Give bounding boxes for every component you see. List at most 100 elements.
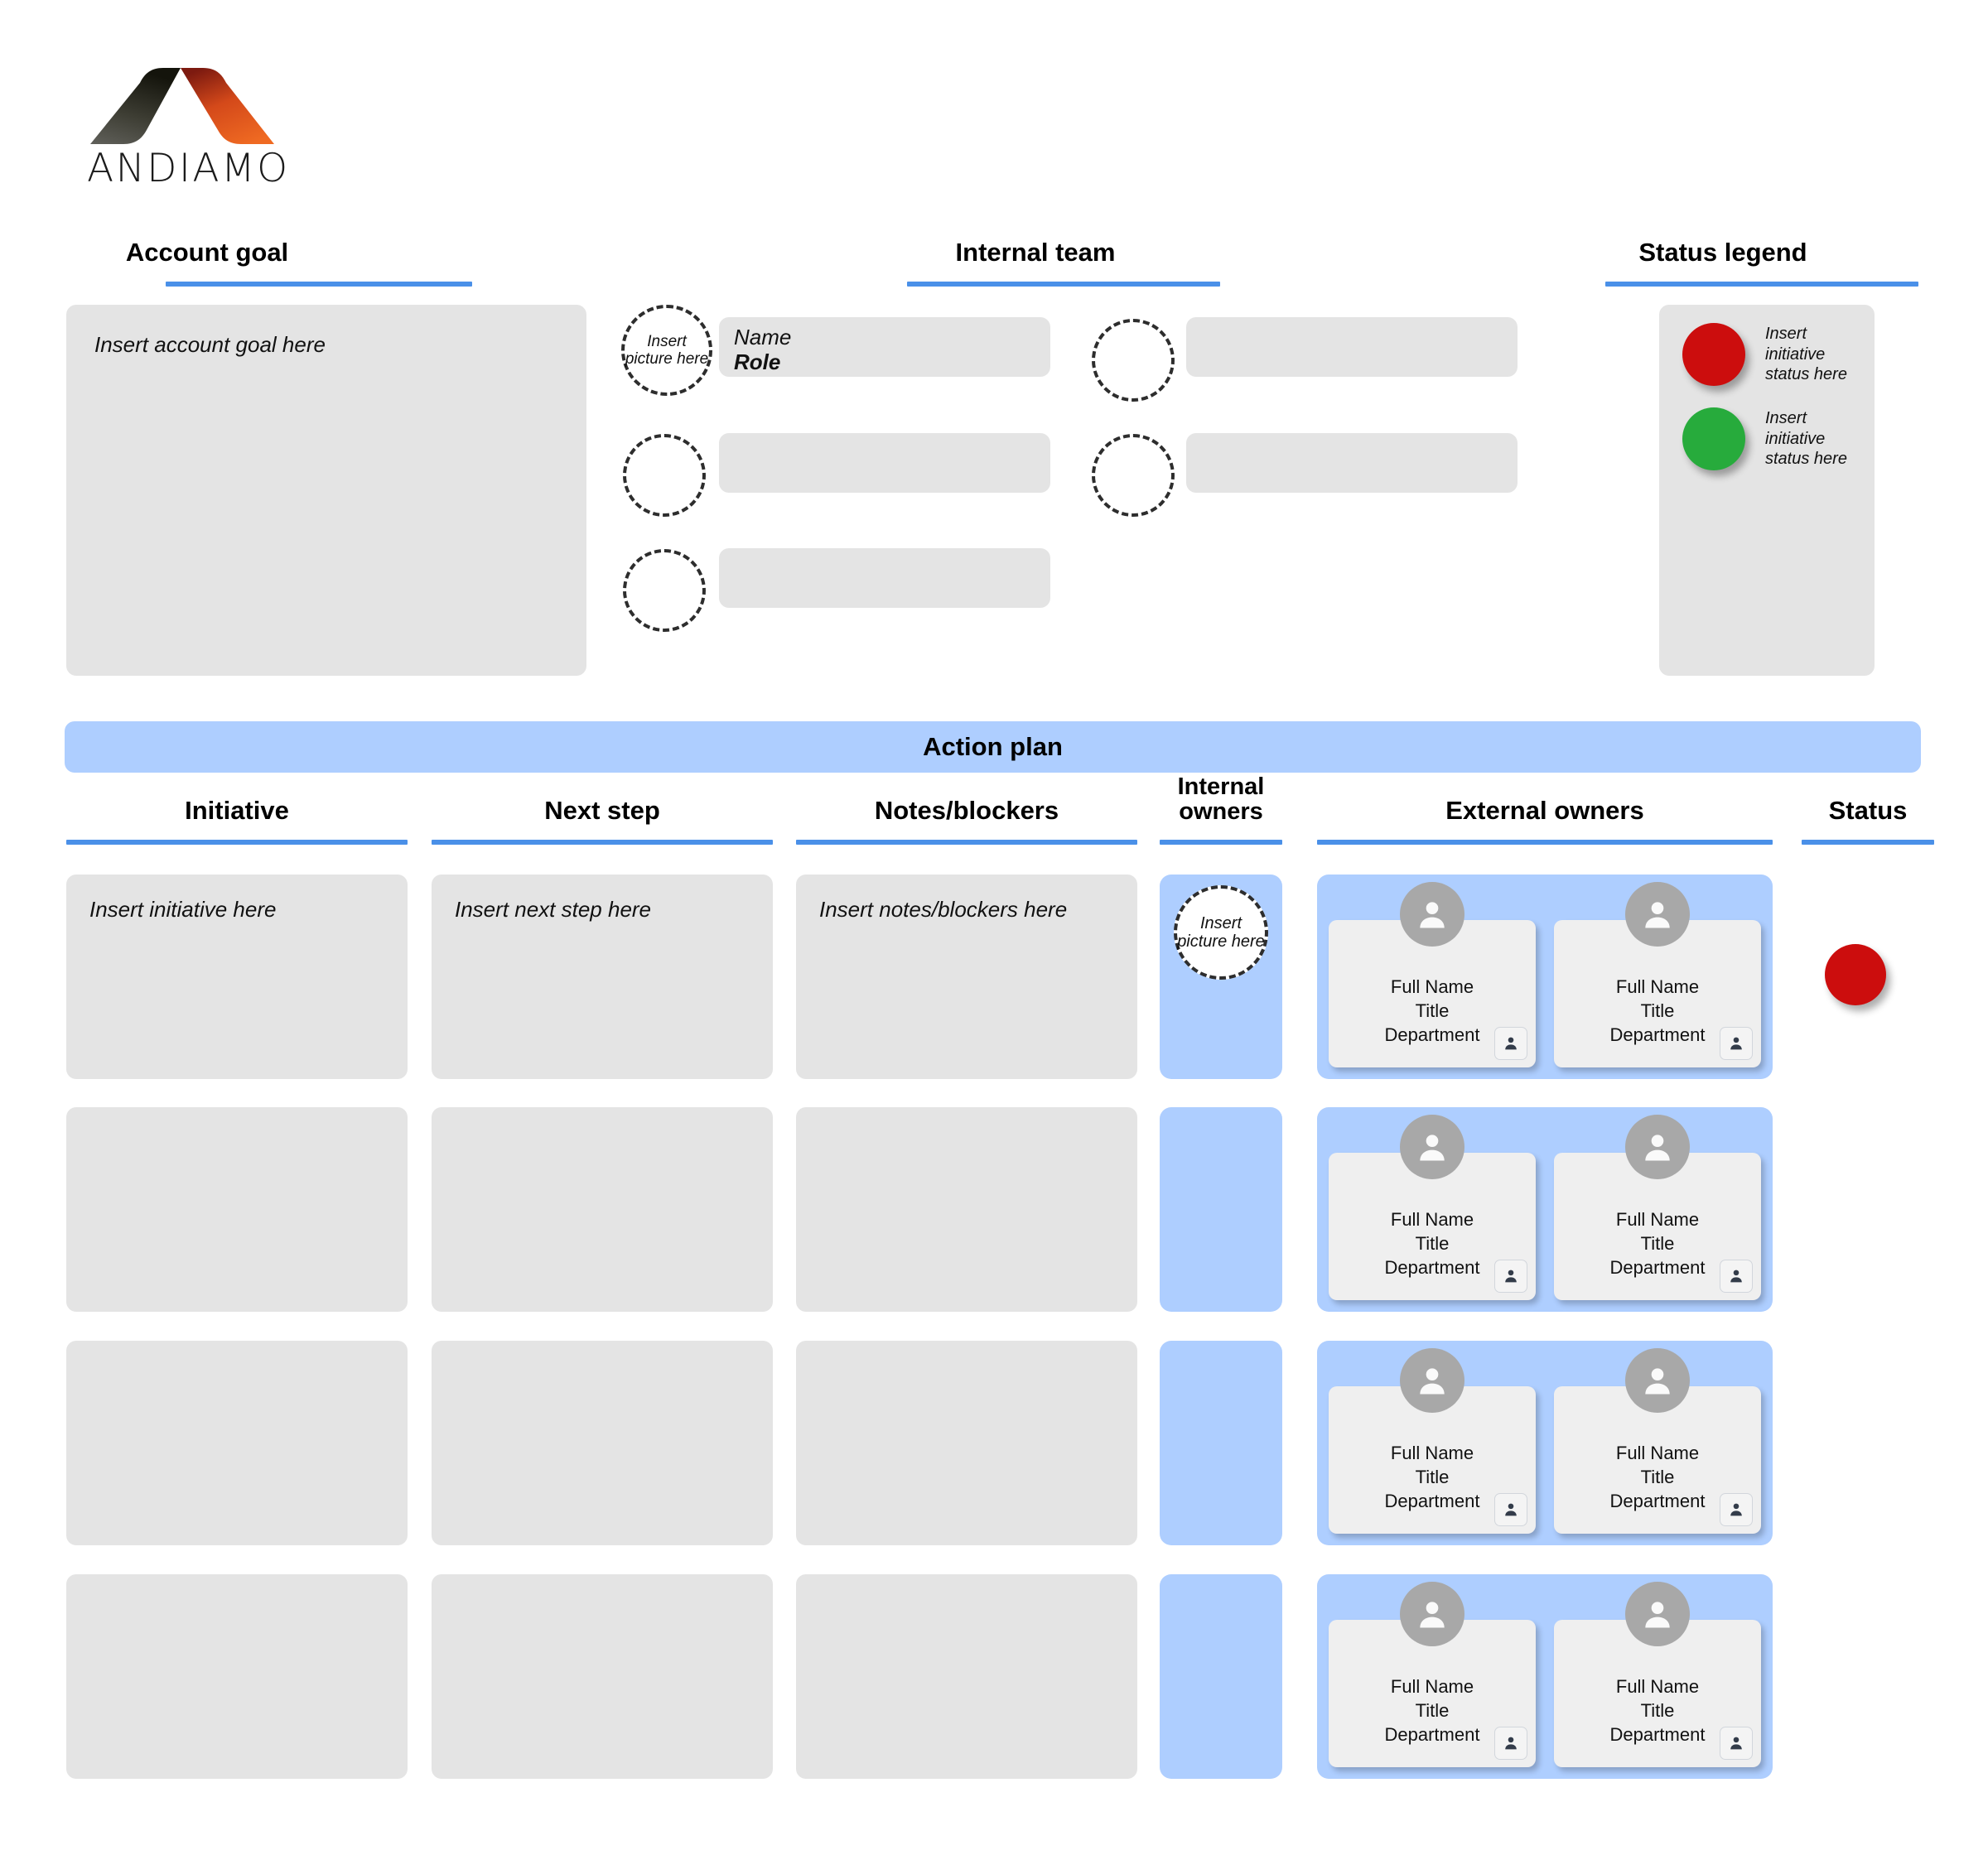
owner-title: Title: [1640, 1467, 1675, 1488]
column-underline-external-owners: [1317, 840, 1773, 845]
owner-full-name: Full Name: [1390, 1443, 1474, 1463]
owner-title: Title: [1415, 1233, 1450, 1255]
cell-external-owners-1: Full Name Title Department Full Name Tit…: [1317, 874, 1773, 1079]
column-header-initiative: Initiative: [185, 796, 289, 825]
internal-team-picture-2[interactable]: [1092, 319, 1175, 402]
account-goal-placeholder: Insert account goal here: [94, 332, 326, 357]
action-plan-banner: Action plan: [65, 721, 1921, 773]
cell-external-owners-3: Full Name Title Department Full Name Tit…: [1317, 1341, 1773, 1545]
column-underline-initiative: [66, 840, 408, 845]
internal-team-picture-3[interactable]: [623, 434, 706, 517]
owner-full-name: Full Name: [1390, 1676, 1474, 1697]
column-header-notes-blockers: Notes/blockers: [874, 796, 1059, 825]
cell-next-step-box-1[interactable]: Insert next step here: [432, 874, 773, 1079]
person-badge-icon[interactable]: [1720, 1260, 1753, 1293]
owner-card[interactable]: Full Name Title Department: [1329, 882, 1536, 1067]
cell-notes-box-3[interactable]: [796, 1341, 1137, 1545]
table-row[interactable]: [66, 1341, 408, 1545]
status-dot-row-1[interactable]: [1825, 944, 1886, 1005]
cell-external-owners-2: Full Name Title Department Full Name Tit…: [1317, 1107, 1773, 1312]
owner-card[interactable]: Full Name Title Department: [1554, 1582, 1761, 1767]
person-avatar-icon: [1625, 1115, 1690, 1179]
owner-card[interactable]: Full Name Title Department: [1554, 882, 1761, 1067]
internal-team-picture-5[interactable]: [623, 549, 706, 632]
table-row[interactable]: Insert initiative here: [66, 874, 408, 1079]
internal-team-member-5[interactable]: [719, 548, 1050, 608]
andiamo-logo: ANDIAMO: [87, 65, 290, 193]
cell-notes-box-1[interactable]: Insert notes/blockers here: [796, 874, 1137, 1079]
cell-internal-owners-3[interactable]: [1160, 1341, 1282, 1545]
column-underline-notes-blockers: [796, 840, 1137, 845]
internal-team-member-1[interactable]: Name Role: [719, 317, 1050, 377]
internal-owner-picture-1[interactable]: Insert picture here: [1174, 885, 1268, 980]
column-header-status: Status: [1828, 796, 1908, 825]
owner-full-name: Full Name: [1615, 1209, 1700, 1230]
column-header-internal-owners: Internal owners: [1177, 773, 1265, 826]
owner-full-name: Full Name: [1390, 976, 1474, 997]
owner-title: Title: [1415, 1000, 1450, 1022]
owner-title: Title: [1415, 1700, 1450, 1722]
internal-team-member-2[interactable]: [1186, 317, 1518, 377]
column-header-next-step: Next step: [544, 796, 660, 825]
owner-title: Title: [1640, 1000, 1675, 1022]
person-badge-icon[interactable]: [1494, 1027, 1527, 1060]
owner-card[interactable]: Full Name Title Department: [1329, 1115, 1536, 1300]
internal-team-picture-1[interactable]: Insert picture here: [621, 305, 712, 396]
cell-notes-box-4[interactable]: [796, 1574, 1137, 1779]
cell-internal-owners-4[interactable]: [1160, 1574, 1282, 1779]
person-avatar-icon: [1400, 1582, 1464, 1646]
person-badge-icon[interactable]: [1494, 1727, 1527, 1760]
owner-full-name: Full Name: [1615, 976, 1700, 997]
picture-placeholder-label: Insert picture here: [625, 332, 709, 368]
owner-full-name: Full Name: [1615, 1676, 1700, 1697]
cell-next-step-box-4[interactable]: [432, 1574, 773, 1779]
internal-team-member-3[interactable]: [719, 433, 1050, 493]
brand-wordmark: ANDIAMO: [87, 146, 290, 191]
legend-item-red[interactable]: Insert initiative status here: [1659, 305, 1875, 386]
internal-team-member-4[interactable]: [1186, 433, 1518, 493]
status-legend-card: Insert initiative status here Insert ini…: [1659, 305, 1875, 676]
cell-notes-box-2[interactable]: [796, 1107, 1137, 1312]
account-goal-underline: [166, 282, 472, 287]
person-avatar-icon: [1625, 1348, 1690, 1413]
member-name-1: Name: [734, 325, 792, 349]
red-status-dot-icon: [1682, 323, 1745, 386]
owner-title: Title: [1640, 1233, 1675, 1255]
column-header-external-owners: External owners: [1445, 796, 1644, 825]
person-badge-icon[interactable]: [1720, 1727, 1753, 1760]
andiamo-a-logo: [90, 68, 274, 144]
person-avatar-icon: [1400, 1115, 1464, 1179]
table-row[interactable]: [66, 1574, 408, 1779]
person-avatar-icon: [1400, 1348, 1464, 1413]
person-avatar-icon: [1625, 1582, 1690, 1646]
person-badge-icon[interactable]: [1494, 1493, 1527, 1526]
owner-card[interactable]: Full Name Title Department: [1329, 1348, 1536, 1534]
person-badge-icon[interactable]: [1494, 1260, 1527, 1293]
picture-placeholder-label: Insert picture here: [1177, 913, 1265, 951]
internal-team-underline: [907, 282, 1220, 287]
cell-external-owners-4: Full Name Title Department Full Name Tit…: [1317, 1574, 1773, 1779]
owner-card[interactable]: Full Name Title Department: [1554, 1348, 1761, 1534]
person-badge-icon[interactable]: [1720, 1027, 1753, 1060]
status-legend-underline: [1605, 282, 1918, 287]
internal-team-picture-4[interactable]: [1092, 434, 1175, 517]
legend-item-green[interactable]: Insert initiative status here: [1659, 386, 1875, 470]
cell-next-step-box-2[interactable]: [432, 1107, 773, 1312]
person-badge-icon[interactable]: [1720, 1493, 1753, 1526]
cell-internal-owners-2[interactable]: [1160, 1107, 1282, 1312]
cell-notes-1: Insert notes/blockers here: [819, 897, 1068, 922]
column-underline-next-step: [432, 840, 773, 845]
owner-title: Title: [1415, 1467, 1450, 1488]
status-legend-heading: Status legend: [1638, 238, 1807, 267]
cell-next-step-box-3[interactable]: [432, 1341, 773, 1545]
owner-card[interactable]: Full Name Title Department: [1329, 1582, 1536, 1767]
account-goal-box[interactable]: Insert account goal here: [66, 305, 586, 676]
member-role-1: Role: [734, 349, 781, 375]
legend-label-red: Insert initiative status here: [1765, 325, 1847, 384]
column-underline-internal-owners: [1160, 840, 1282, 845]
owner-card[interactable]: Full Name Title Department: [1554, 1115, 1761, 1300]
owner-full-name: Full Name: [1615, 1443, 1700, 1463]
cell-internal-owners-1[interactable]: Insert picture here: [1160, 874, 1282, 1079]
person-avatar-icon: [1625, 882, 1690, 947]
table-row[interactable]: [66, 1107, 408, 1312]
